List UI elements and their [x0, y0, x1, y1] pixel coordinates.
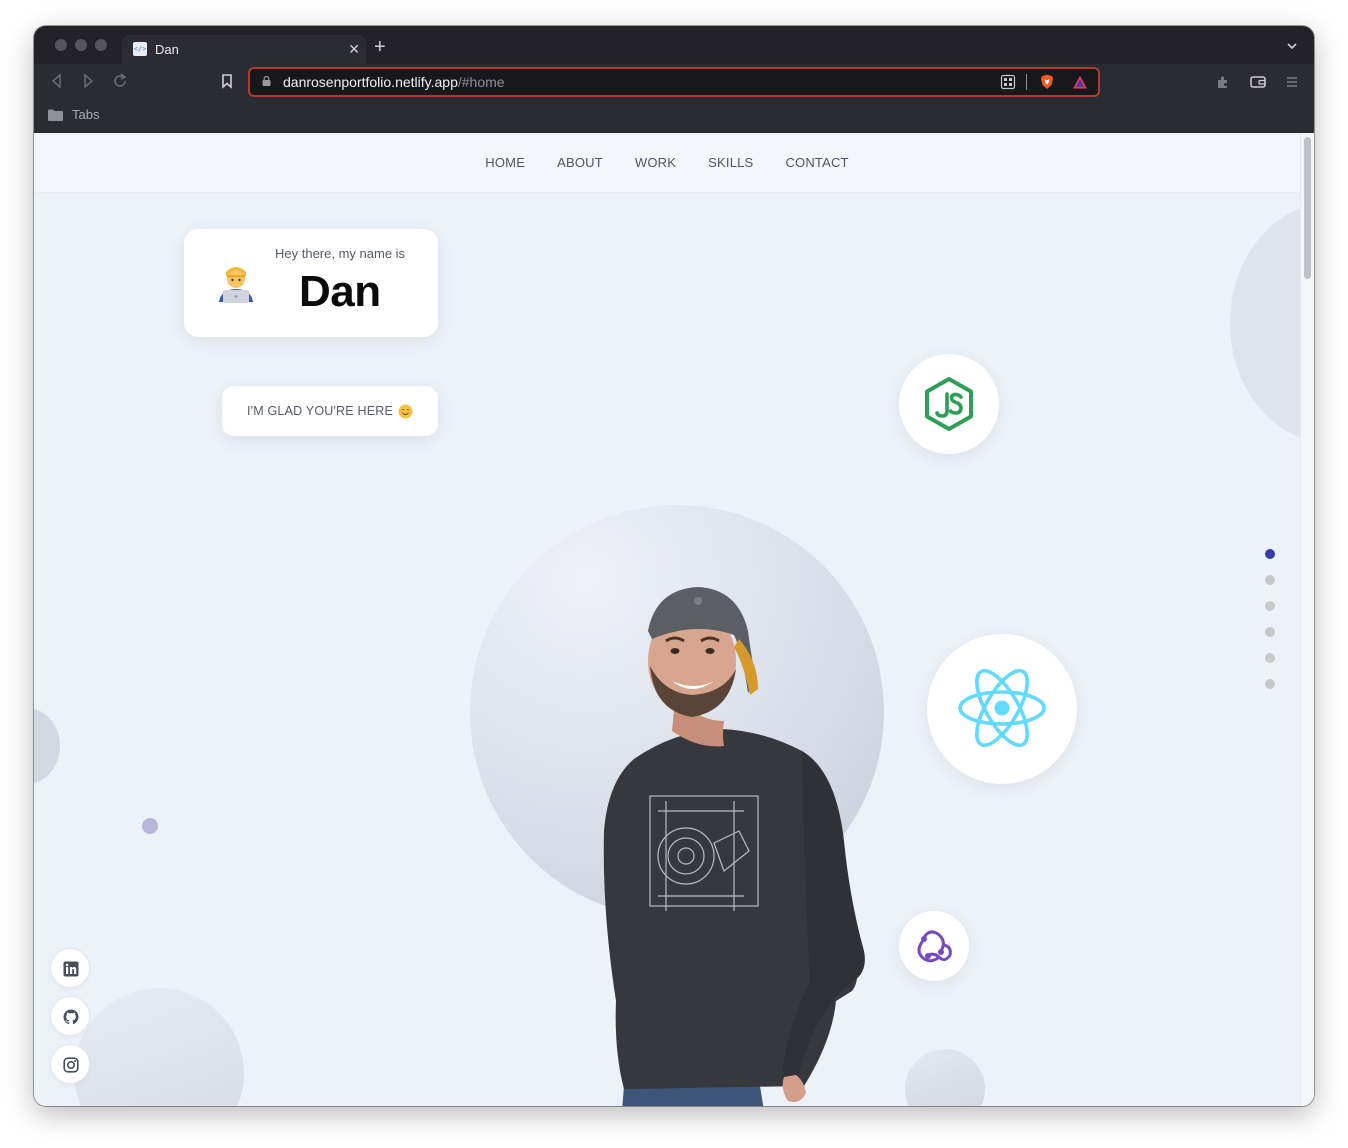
- instagram-icon: [63, 1057, 79, 1073]
- url-path: /#home: [457, 74, 505, 90]
- decor-blob-left: [34, 708, 60, 784]
- section-dot-contact[interactable]: [1265, 679, 1275, 689]
- window-zoom-control[interactable]: [95, 39, 107, 51]
- page-scrollbar[interactable]: [1300, 133, 1314, 1106]
- nodejs-icon: [925, 377, 973, 431]
- bookmark-icon[interactable]: [218, 72, 236, 90]
- technologist-emoji-icon: [219, 267, 253, 303]
- smile-emoji-icon: [398, 403, 413, 419]
- profile-photo: [603, 587, 865, 1106]
- new-tab-button[interactable]: +: [374, 37, 386, 57]
- menu-icon[interactable]: [1284, 74, 1300, 90]
- chevron-down-icon[interactable]: [1286, 40, 1298, 52]
- qr-code-icon[interactable]: [1000, 74, 1016, 90]
- close-tab-icon[interactable]: ✕: [348, 41, 360, 57]
- redux-icon: [917, 930, 952, 963]
- greeting-text: Hey there, my name is: [275, 246, 406, 261]
- intro-card: Hey there, my name is Dan: [184, 229, 438, 337]
- nav-work[interactable]: WORK: [635, 155, 676, 170]
- reload-icon[interactable]: [111, 72, 129, 90]
- section-dot-work[interactable]: [1265, 601, 1275, 611]
- nav-home[interactable]: HOME: [485, 155, 525, 170]
- address-bar[interactable]: danrosenportfolio.netlify.app/#home: [248, 67, 1100, 97]
- scrollbar-thumb[interactable]: [1304, 137, 1311, 279]
- window-minimize-control[interactable]: [75, 39, 87, 51]
- url-text: danrosenportfolio.netlify.app/#home: [283, 74, 505, 90]
- section-dot-home[interactable]: [1265, 549, 1275, 559]
- section-dot-testimonials[interactable]: [1265, 653, 1275, 663]
- brave-rewards-icon[interactable]: [1072, 74, 1088, 90]
- github-button[interactable]: [50, 996, 90, 1036]
- site-navigation: HOME ABOUT WORK SKILLS CONTACT: [34, 133, 1300, 193]
- page-viewport: HOME ABOUT WORK SKILLS CONTACT Hey there…: [34, 133, 1300, 1106]
- nav-skills[interactable]: SKILLS: [708, 155, 753, 170]
- redux-bubble: [899, 911, 969, 981]
- back-icon[interactable]: [48, 72, 66, 90]
- instagram-button[interactable]: [50, 1044, 90, 1084]
- decor-blob-bottom-center: [905, 1049, 985, 1106]
- folder-icon: [48, 109, 63, 121]
- linkedin-button[interactable]: [50, 948, 90, 988]
- nodejs-bubble: [899, 354, 999, 454]
- code-favicon-icon: </>: [133, 42, 147, 56]
- decor-blob-right: [1230, 203, 1300, 443]
- tab-strip: </> Dan ✕ +: [34, 26, 1314, 64]
- browser-tab[interactable]: </> Dan ✕: [122, 35, 366, 64]
- browser-window: </> Dan ✕ + danrosenportfolio.netlify.ap…: [34, 26, 1314, 1106]
- section-indicator: [1265, 549, 1275, 705]
- decor-blob-bottom-left: [74, 988, 244, 1106]
- github-icon: [63, 1009, 79, 1025]
- browser-chrome: </> Dan ✕ + danrosenportfolio.netlify.ap…: [34, 26, 1314, 133]
- url-separator: [1026, 74, 1027, 90]
- linkedin-icon: [63, 961, 79, 977]
- nav-about[interactable]: ABOUT: [557, 155, 603, 170]
- url-host: danrosenportfolio.netlify.app: [283, 74, 458, 90]
- hero-name: Dan: [299, 267, 381, 316]
- welcome-card: I'M GLAD YOU'RE HERE: [222, 386, 438, 436]
- decor-dot-purple: [142, 818, 158, 834]
- window-close-control[interactable]: [55, 39, 67, 51]
- lock-icon: [262, 76, 271, 86]
- brave-shields-icon[interactable]: [1039, 74, 1055, 90]
- tab-title: Dan: [155, 42, 179, 57]
- react-icon: [958, 668, 1046, 748]
- nav-contact[interactable]: CONTACT: [785, 155, 848, 170]
- bookmark-folder-tabs[interactable]: Tabs: [72, 107, 99, 122]
- extensions-icon[interactable]: [1215, 74, 1231, 90]
- section-dot-about[interactable]: [1265, 575, 1275, 585]
- forward-icon[interactable]: [79, 72, 97, 90]
- wallet-icon[interactable]: [1250, 74, 1266, 90]
- welcome-text: I'M GLAD YOU'RE HERE: [246, 404, 394, 418]
- react-bubble: [927, 634, 1077, 784]
- section-dot-skills[interactable]: [1265, 627, 1275, 637]
